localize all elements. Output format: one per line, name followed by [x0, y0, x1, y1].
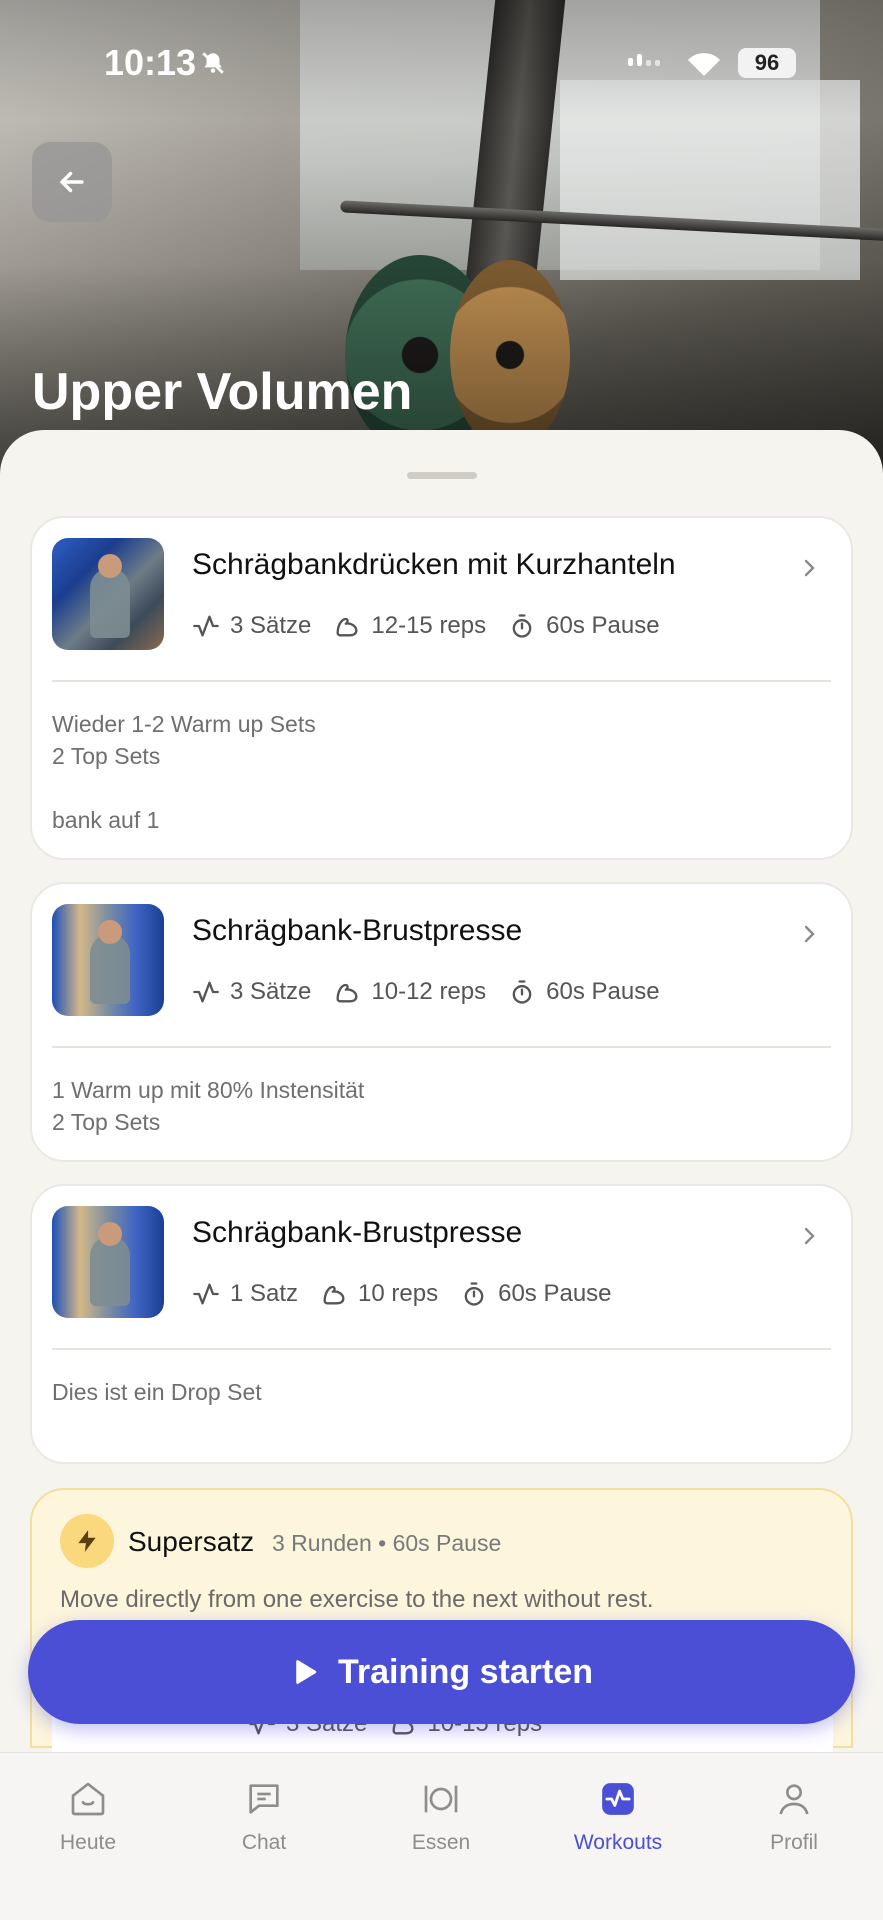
- plate-icon: [424, 1785, 458, 1813]
- chat-icon: [249, 1784, 279, 1814]
- note-line: [52, 772, 316, 804]
- chevron-right-icon: [804, 1227, 815, 1245]
- exercise-thumbnail: [52, 538, 164, 650]
- divider: [52, 680, 831, 682]
- tab-label: Heute: [59, 1831, 117, 1854]
- tab-label: Chat: [241, 1831, 287, 1854]
- note-line: 2 Top Sets: [52, 743, 161, 769]
- reps-label: 10 reps: [358, 1280, 439, 1307]
- tab-label: Workouts: [573, 1831, 663, 1854]
- bell-off-icon: [200, 50, 226, 82]
- tab-workouts[interactable]: Workouts: [538, 1775, 698, 1855]
- status-bar: 10:13 96: [0, 38, 883, 88]
- exercise-name: Schrägbank-Brustpresse: [192, 1216, 523, 1249]
- activity-icon: [193, 615, 219, 637]
- signal-icon: [628, 54, 660, 66]
- muscle-icon: [336, 617, 358, 637]
- superset-meta: 3 Runden • 60s Pause: [272, 1530, 502, 1556]
- start-training-label: Training starten: [337, 1652, 594, 1691]
- play-icon: [296, 1660, 317, 1684]
- exercise-card[interactable]: Schrägbankdrücken mit Kurzhanteln 3 Sätz…: [30, 516, 853, 860]
- divider: [52, 1046, 831, 1048]
- sets-label: 3 Sätze: [230, 978, 312, 1005]
- lightning-icon: [60, 1514, 114, 1568]
- chevron-right-icon: [804, 925, 815, 943]
- start-training-button[interactable]: Training starten: [28, 1620, 855, 1724]
- battery-indicator: 96: [738, 48, 796, 78]
- superset-description: Move directly from one exercise to the n…: [60, 1586, 654, 1613]
- reps-label: 10-12 reps: [371, 978, 487, 1005]
- superset-title: Supersatz: [128, 1526, 255, 1557]
- exercise-notes: Dies ist ein Drop Set: [52, 1376, 262, 1408]
- note-line: Wieder 1-2 Warm up Sets: [52, 711, 316, 737]
- timer-icon: [464, 1282, 484, 1306]
- exercise-name: Schrägbank-Brustpresse: [192, 914, 523, 947]
- sheet-grabber[interactable]: [407, 472, 477, 479]
- note-line: bank auf 1: [52, 807, 160, 833]
- exercise-stats: 1 Satz 10 reps 60s Pause: [192, 1280, 634, 1308]
- activity-icon: [193, 981, 219, 1003]
- divider: [52, 1348, 831, 1350]
- timer-icon: [512, 614, 532, 638]
- exercise-notes: Wieder 1-2 Warm up Sets 2 Top Sets bank …: [52, 708, 316, 836]
- exercise-notes: 1 Warm up mit 80% Instensität 2 Top Sets: [52, 1074, 364, 1138]
- exercise-card[interactable]: Schrägbank-Brustpresse 1 Satz 10 reps 60…: [30, 1184, 853, 1464]
- profile-icon: [779, 1784, 809, 1815]
- tab-label: Profil: [770, 1831, 818, 1854]
- tab-chat[interactable]: Chat: [184, 1775, 344, 1855]
- timer-icon: [512, 980, 532, 1004]
- sets-label: 1 Satz: [230, 1280, 299, 1307]
- rest-label: 60s Pause: [546, 612, 660, 639]
- tab-label: Essen: [411, 1831, 471, 1854]
- rest-label: 60s Pause: [546, 978, 660, 1005]
- exercise-name: Schrägbankdrücken mit Kurzhanteln: [192, 548, 676, 581]
- rest-label: 60s Pause: [498, 1280, 612, 1307]
- sets-label: 3 Sätze: [230, 612, 312, 639]
- exercise-stats: 3 Sätze 12-15 reps 60s Pause: [192, 612, 682, 640]
- home-icon: [71, 1782, 105, 1816]
- arrow-left-icon: [60, 171, 84, 193]
- note-line: 1 Warm up mit 80% Instensität: [52, 1077, 365, 1103]
- workouts-icon: [602, 1783, 634, 1815]
- exercise-thumbnail: [52, 1206, 164, 1318]
- muscle-icon: [323, 1285, 345, 1305]
- page-title: Upper Volumen: [32, 363, 413, 421]
- tab-bar: Heute Chat Essen Workouts Profil: [0, 1752, 883, 1920]
- exercise-stats: 3 Sätze 10-12 reps 60s Pause: [192, 978, 682, 1006]
- activity-icon: [193, 1283, 219, 1305]
- muscle-icon: [336, 983, 358, 1003]
- chevron-right-icon: [804, 559, 815, 577]
- exercise-card[interactable]: Schrägbank-Brustpresse 3 Sätze 10-12 rep…: [30, 882, 853, 1162]
- reps-label: 12-15 reps: [371, 612, 487, 639]
- wifi-icon: [684, 48, 724, 82]
- note-line: Dies ist ein Drop Set: [52, 1379, 262, 1405]
- back-button[interactable]: [32, 142, 112, 222]
- exercise-thumbnail: [52, 904, 164, 1016]
- note-line: 2 Top Sets: [52, 1109, 161, 1135]
- status-time: 10:13: [104, 42, 197, 83]
- tab-profil[interactable]: Profil: [714, 1775, 874, 1855]
- tab-essen[interactable]: Essen: [361, 1775, 521, 1855]
- tab-heute[interactable]: Heute: [8, 1775, 168, 1855]
